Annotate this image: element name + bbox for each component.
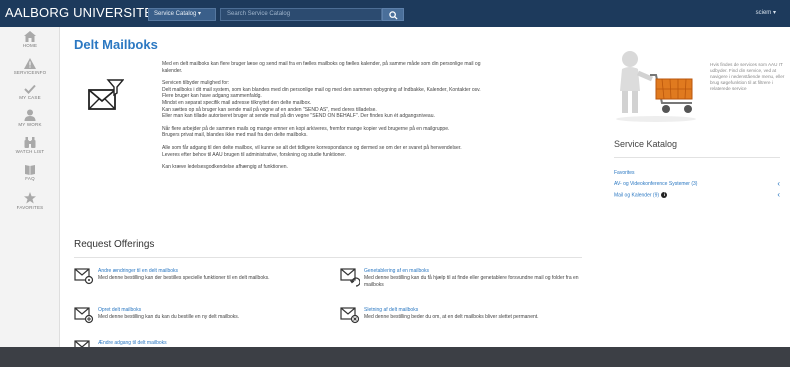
sidebar: HOME SERVICEINFO MY CASE MY WORK WATCH L… [0, 27, 60, 347]
mail-new-icon [74, 307, 94, 324]
mail-restore-icon [340, 268, 360, 287]
description-line: Flere bruger kan have adgang sammenfaldg… [162, 93, 262, 100]
description-line: kalender. [162, 67, 183, 74]
offering-title-link[interactable]: Andre ændringer til en delt mailboks [98, 268, 178, 274]
divider [614, 157, 780, 158]
sidebar-item-label: HOME [22, 43, 38, 48]
info-icon[interactable]: i [661, 192, 668, 198]
offering-title-link[interactable]: Sletning af delt mailboks [364, 307, 418, 313]
right-panel: Hvis findes de services som AAU IT udbyd… [590, 27, 790, 347]
user-menu[interactable]: sciem ▾ [756, 9, 776, 16]
sidebar-item-label: WATCH LIST [15, 149, 45, 154]
sidebar-item-label: MY CASE [19, 95, 41, 100]
mail-delete-icon [340, 307, 360, 324]
warning-icon [24, 58, 36, 69]
sidebar-item-serviceinfo[interactable]: SERVICEINFO [0, 58, 60, 82]
mail-settings-icon [74, 268, 94, 285]
footer-bar [0, 347, 790, 367]
offering-description: Med denne bestilling kan du kan du besti… [98, 314, 240, 320]
sidebar-item-favorites[interactable]: FAVORITES [0, 192, 60, 216]
offering-description: Med denne bestilling kan du få hjælp til… [364, 275, 579, 288]
favorite-item[interactable]: AV- og Videokonference Systemer (3) ‹ [614, 179, 780, 190]
description-line: Leveres efter behov til AAU brugen til a… [162, 151, 346, 158]
check-icon [24, 84, 36, 94]
page-title: Delt Mailboks [74, 37, 158, 52]
sidebar-item-label: SERVICEINFO [13, 70, 47, 75]
description-line: Mindst en separat specifik mail adresse … [162, 99, 312, 106]
service-katalog-heading: Service Katalog [614, 139, 678, 149]
offering-item[interactable]: Ændre adgang til delt mailboks [74, 339, 324, 347]
offering-item[interactable]: Sletning af delt mailboks Med denne best… [340, 306, 590, 336]
sidebar-item-label: FAQ [25, 176, 35, 181]
sidebar-item-my-work[interactable]: MY WORK [0, 109, 60, 133]
favorite-label[interactable]: Mail og Kalender (9) [614, 192, 659, 198]
search-icon [389, 11, 398, 20]
description-line: Alle som får adgang til den delte mailbo… [162, 144, 462, 151]
shopping-cart-figure-icon [616, 51, 696, 122]
offering-description: Med denne bestilling beder du om, at en … [364, 314, 539, 320]
offering-item[interactable]: Genetablering af en mailboks Med denne b… [340, 267, 590, 297]
description-line: Servicen tilbyder mulighed for: [162, 80, 230, 87]
description-line: Når flere arbejder på de sammen mails og… [162, 125, 450, 132]
description-line: Brugers privat mail, blandes ikke med ma… [162, 132, 308, 139]
description-line: Kan kræve ledelsesgodkendelse afhængig a… [162, 164, 288, 171]
offering-title-link[interactable]: Opret delt mailboks [98, 307, 141, 313]
sidebar-item-label: MY WORK [18, 122, 42, 127]
service-catalog-dropdown[interactable]: Service Catalog ▾ [148, 8, 216, 21]
request-offerings-heading: Request Offerings [74, 239, 155, 250]
chevron-left-icon[interactable]: ‹ [777, 179, 780, 188]
top-navigation-bar: AALBORG UNIVERSITET Service Catalog ▾ Se… [0, 0, 790, 27]
favorite-item[interactable]: Mail og Kalender (9) i ‹ [614, 190, 780, 201]
sidebar-item-faq[interactable]: FAQ [0, 164, 60, 188]
home-icon [24, 31, 36, 42]
binoculars-icon [24, 137, 36, 148]
mail-access-icon [74, 340, 90, 347]
star-icon [24, 192, 36, 204]
offering-title-link[interactable]: Genetablering af en mailboks [364, 268, 429, 274]
brand-logo[interactable]: AALBORG UNIVERSITET [5, 5, 161, 20]
search-input[interactable]: Search Service Catalog [220, 8, 382, 21]
chevron-left-icon[interactable]: ‹ [777, 190, 780, 199]
description-line: Eller man kan tillade autoriseret bruger… [162, 113, 435, 120]
sidebar-item-my-case[interactable]: MY CASE [0, 84, 60, 108]
search-button[interactable] [382, 8, 404, 21]
shared-mailbox-icon [88, 79, 124, 110]
offering-description: Med denne bestilling kan der bestilles s… [98, 275, 270, 281]
description-line: Med en delt mailboks kan flere bruger læ… [162, 61, 481, 67]
book-icon [25, 165, 35, 175]
sidebar-item-label: FAVORITES [16, 205, 44, 210]
main-content: Delt Mailboks Med en delt mailboks kan f… [60, 27, 590, 347]
divider [74, 257, 582, 258]
user-icon [24, 109, 36, 121]
sidebar-item-home[interactable]: HOME [0, 31, 60, 55]
promo-text: Hvis findes de services som AAU IT udbyd… [710, 62, 785, 91]
offering-title-link[interactable]: Ændre adgang til delt mailboks [98, 340, 167, 346]
favorite-label[interactable]: AV- og Videokonference Systemer (3) [614, 181, 697, 187]
description-line: Delt mailboks i dit mail system, som kan… [162, 86, 481, 93]
offering-item[interactable]: Andre ændringer til en delt mailboks Med… [74, 267, 324, 297]
favorites-heading[interactable]: Favorites [614, 170, 635, 176]
service-description: Med en delt mailboks kan flere bruger læ… [162, 61, 592, 171]
offering-item[interactable]: Opret delt mailboks Med denne bestilling… [74, 306, 324, 336]
sidebar-item-watch-list[interactable]: WATCH LIST [0, 137, 60, 161]
